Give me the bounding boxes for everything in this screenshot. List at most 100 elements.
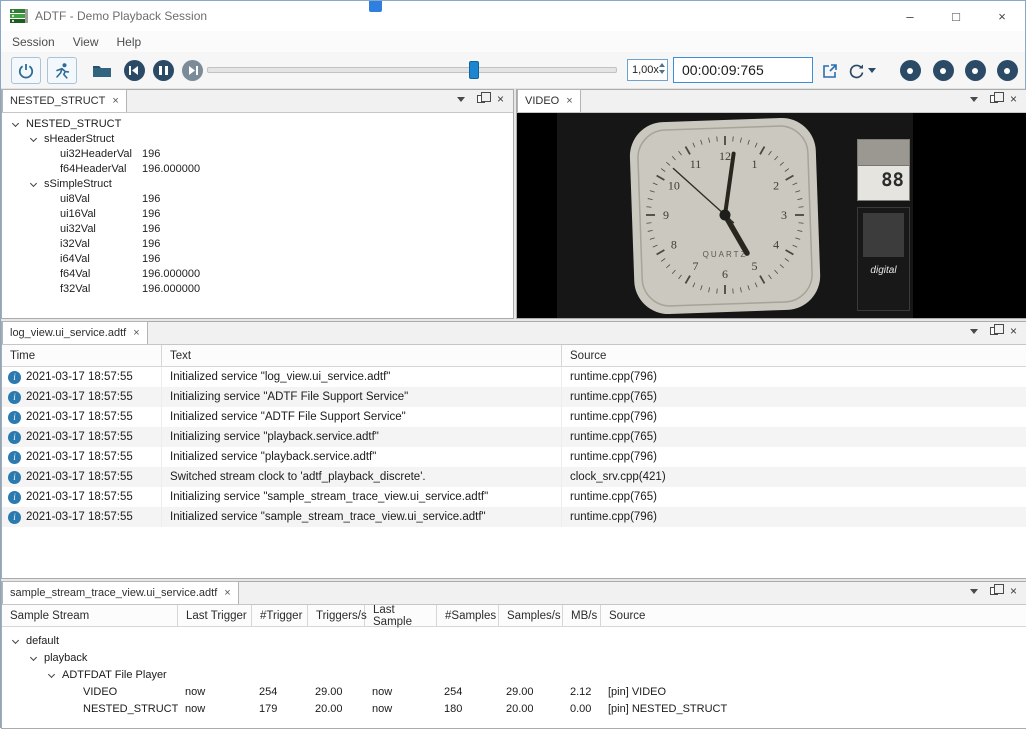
slider-handle[interactable]: [469, 61, 479, 79]
panel-float-button[interactable]: [990, 95, 998, 103]
panel-close-button[interactable]: ×: [1010, 93, 1017, 105]
tab-close-icon[interactable]: ×: [133, 328, 139, 339]
marker-button-3[interactable]: [963, 57, 987, 84]
clock-brand-text: QUARTZ: [703, 250, 748, 259]
tree-item[interactable]: i32Val196: [2, 236, 513, 251]
expand-arrow-icon[interactable]: [30, 180, 37, 187]
tree-item[interactable]: ui32HeaderVal196: [2, 146, 513, 161]
marker-button-1[interactable]: [898, 57, 922, 84]
tab-video[interactable]: VIDEO ×: [517, 89, 581, 112]
pause-button[interactable]: [148, 57, 178, 84]
expand-arrow-icon[interactable]: [48, 671, 55, 678]
menu-view[interactable]: View: [64, 31, 108, 52]
tree-item[interactable]: f32Val196.000000: [2, 281, 513, 296]
tree-item[interactable]: f64Val196.000000: [2, 266, 513, 281]
timeline-slider[interactable]: [207, 65, 617, 75]
log-source: runtime.cpp(765): [562, 427, 1026, 447]
tree-item[interactable]: sSimpleStruct: [2, 176, 513, 191]
tab-close-icon[interactable]: ×: [112, 96, 118, 107]
power-toggle-button[interactable]: [11, 57, 41, 84]
tab-sample-stream-trace[interactable]: sample_stream_trace_view.ui_service.adtf…: [2, 581, 239, 604]
panel-menu-button[interactable]: [970, 97, 978, 102]
column-header-samples[interactable]: #Samples: [437, 605, 499, 627]
spinbox-arrows-icon[interactable]: [659, 63, 665, 74]
cell-samples-s: 20.00: [499, 700, 563, 717]
loop-mode-button[interactable]: [844, 57, 880, 84]
marker-dot-icon: [900, 60, 921, 81]
info-icon: i: [8, 431, 21, 444]
menu-session[interactable]: Session: [3, 31, 64, 52]
tree-item[interactable]: f64HeaderVal196.000000: [2, 161, 513, 176]
tree-item-value: 196: [142, 223, 160, 235]
tab-log-view[interactable]: log_view.ui_service.adtf ×: [2, 321, 148, 344]
tab-close-icon[interactable]: ×: [566, 96, 572, 107]
log-row[interactable]: i2021-03-17 18:57:55 Switched stream clo…: [2, 467, 1026, 487]
tree-item[interactable]: sHeaderStruct: [2, 131, 513, 146]
playback-time-field[interactable]: 00:00:09:765: [673, 57, 813, 83]
minimize-button[interactable]: –: [887, 1, 933, 31]
log-source: runtime.cpp(796): [562, 447, 1026, 467]
column-header-mb-s[interactable]: MB/s: [563, 605, 601, 627]
expand-arrow-icon[interactable]: [30, 135, 37, 142]
panel-close-button[interactable]: ×: [1010, 585, 1017, 597]
close-button[interactable]: ×: [979, 1, 1025, 31]
trace-row[interactable]: VIDEO now 254 29.00 now 254 29.00 2.12 […: [2, 683, 1026, 700]
skip-to-end-button[interactable]: [177, 57, 207, 84]
column-header-time[interactable]: Time: [2, 345, 162, 367]
maximize-button[interactable]: □: [933, 1, 979, 31]
open-file-button[interactable]: [87, 57, 117, 84]
tab-close-icon[interactable]: ×: [224, 588, 230, 599]
column-header-sample-stream[interactable]: Sample Stream: [2, 605, 178, 627]
tree-item[interactable]: ui8Val196: [2, 191, 513, 206]
trace-row[interactable]: ADTFDAT File Player: [2, 666, 1026, 683]
trace-row[interactable]: playback: [2, 649, 1026, 666]
marker-button-4[interactable]: [995, 57, 1019, 84]
expand-arrow-icon[interactable]: [12, 120, 19, 127]
running-man-icon: [53, 62, 71, 80]
log-row[interactable]: i2021-03-17 18:57:55 Initializing servic…: [2, 427, 1026, 447]
menu-help[interactable]: Help: [108, 31, 151, 52]
expand-arrow-icon[interactable]: [12, 637, 19, 644]
log-row[interactable]: i2021-03-17 18:57:55 Initializing servic…: [2, 487, 1026, 507]
panel-menu-button[interactable]: [970, 329, 978, 334]
marker-button-2[interactable]: [931, 57, 955, 84]
dock-area: NESTED_STRUCT × × NESTED_STRUCT sHeaderS…: [1, 89, 1026, 729]
trace-row[interactable]: default: [2, 632, 1026, 649]
column-header-triggers-s[interactable]: Triggers/s: [308, 605, 365, 627]
playback-speed-spinbox[interactable]: 1,00x: [627, 59, 668, 81]
panel-close-button[interactable]: ×: [1010, 325, 1017, 337]
expand-arrow-icon[interactable]: [30, 654, 37, 661]
panel-close-button[interactable]: ×: [497, 93, 504, 105]
panel-menu-button[interactable]: [457, 97, 465, 102]
skip-to-start-button[interactable]: [119, 57, 149, 84]
log-row[interactable]: i2021-03-17 18:57:55 Initializing servic…: [2, 387, 1026, 407]
log-text: Initialized service "sample_stream_trace…: [162, 507, 562, 527]
run-session-button[interactable]: [47, 57, 77, 84]
column-header-samples-s[interactable]: Samples/s: [499, 605, 563, 627]
column-header-last-trigger[interactable]: Last Trigger: [178, 605, 252, 627]
column-header-source[interactable]: Source: [562, 345, 1026, 367]
column-header-last-sample[interactable]: Last Sample: [365, 605, 437, 627]
tree-item[interactable]: i64Val196: [2, 251, 513, 266]
trace-row[interactable]: NESTED_STRUCT now 179 20.00 now 180 20.0…: [2, 700, 1026, 717]
log-row[interactable]: i2021-03-17 18:57:55 Initialized service…: [2, 407, 1026, 427]
column-header-source[interactable]: Source: [601, 605, 1026, 627]
log-column-headers: Time Text Source: [2, 345, 1026, 367]
cell-last-sample: now: [365, 683, 437, 700]
log-row[interactable]: i2021-03-17 18:57:55 Initialized service…: [2, 507, 1026, 527]
export-button[interactable]: [817, 57, 843, 84]
loop-dropdown-arrow-icon[interactable]: [868, 68, 876, 73]
tree-item[interactable]: ui16Val196: [2, 206, 513, 221]
tree-item[interactable]: ui32Val196: [2, 221, 513, 236]
panel-float-button[interactable]: [990, 327, 998, 335]
log-row[interactable]: i2021-03-17 18:57:55 Initialized service…: [2, 367, 1026, 387]
log-row[interactable]: i2021-03-17 18:57:55 Initialized service…: [2, 447, 1026, 467]
panel-menu-button[interactable]: [970, 589, 978, 594]
panel-float-button[interactable]: [990, 587, 998, 595]
tab-nested-struct[interactable]: NESTED_STRUCT ×: [2, 89, 127, 112]
panel-float-button[interactable]: [477, 95, 485, 103]
column-header-text[interactable]: Text: [162, 345, 562, 367]
column-header-trigger[interactable]: #Trigger: [252, 605, 308, 627]
svg-text:11: 11: [690, 157, 702, 171]
tree-item[interactable]: NESTED_STRUCT: [2, 116, 513, 131]
